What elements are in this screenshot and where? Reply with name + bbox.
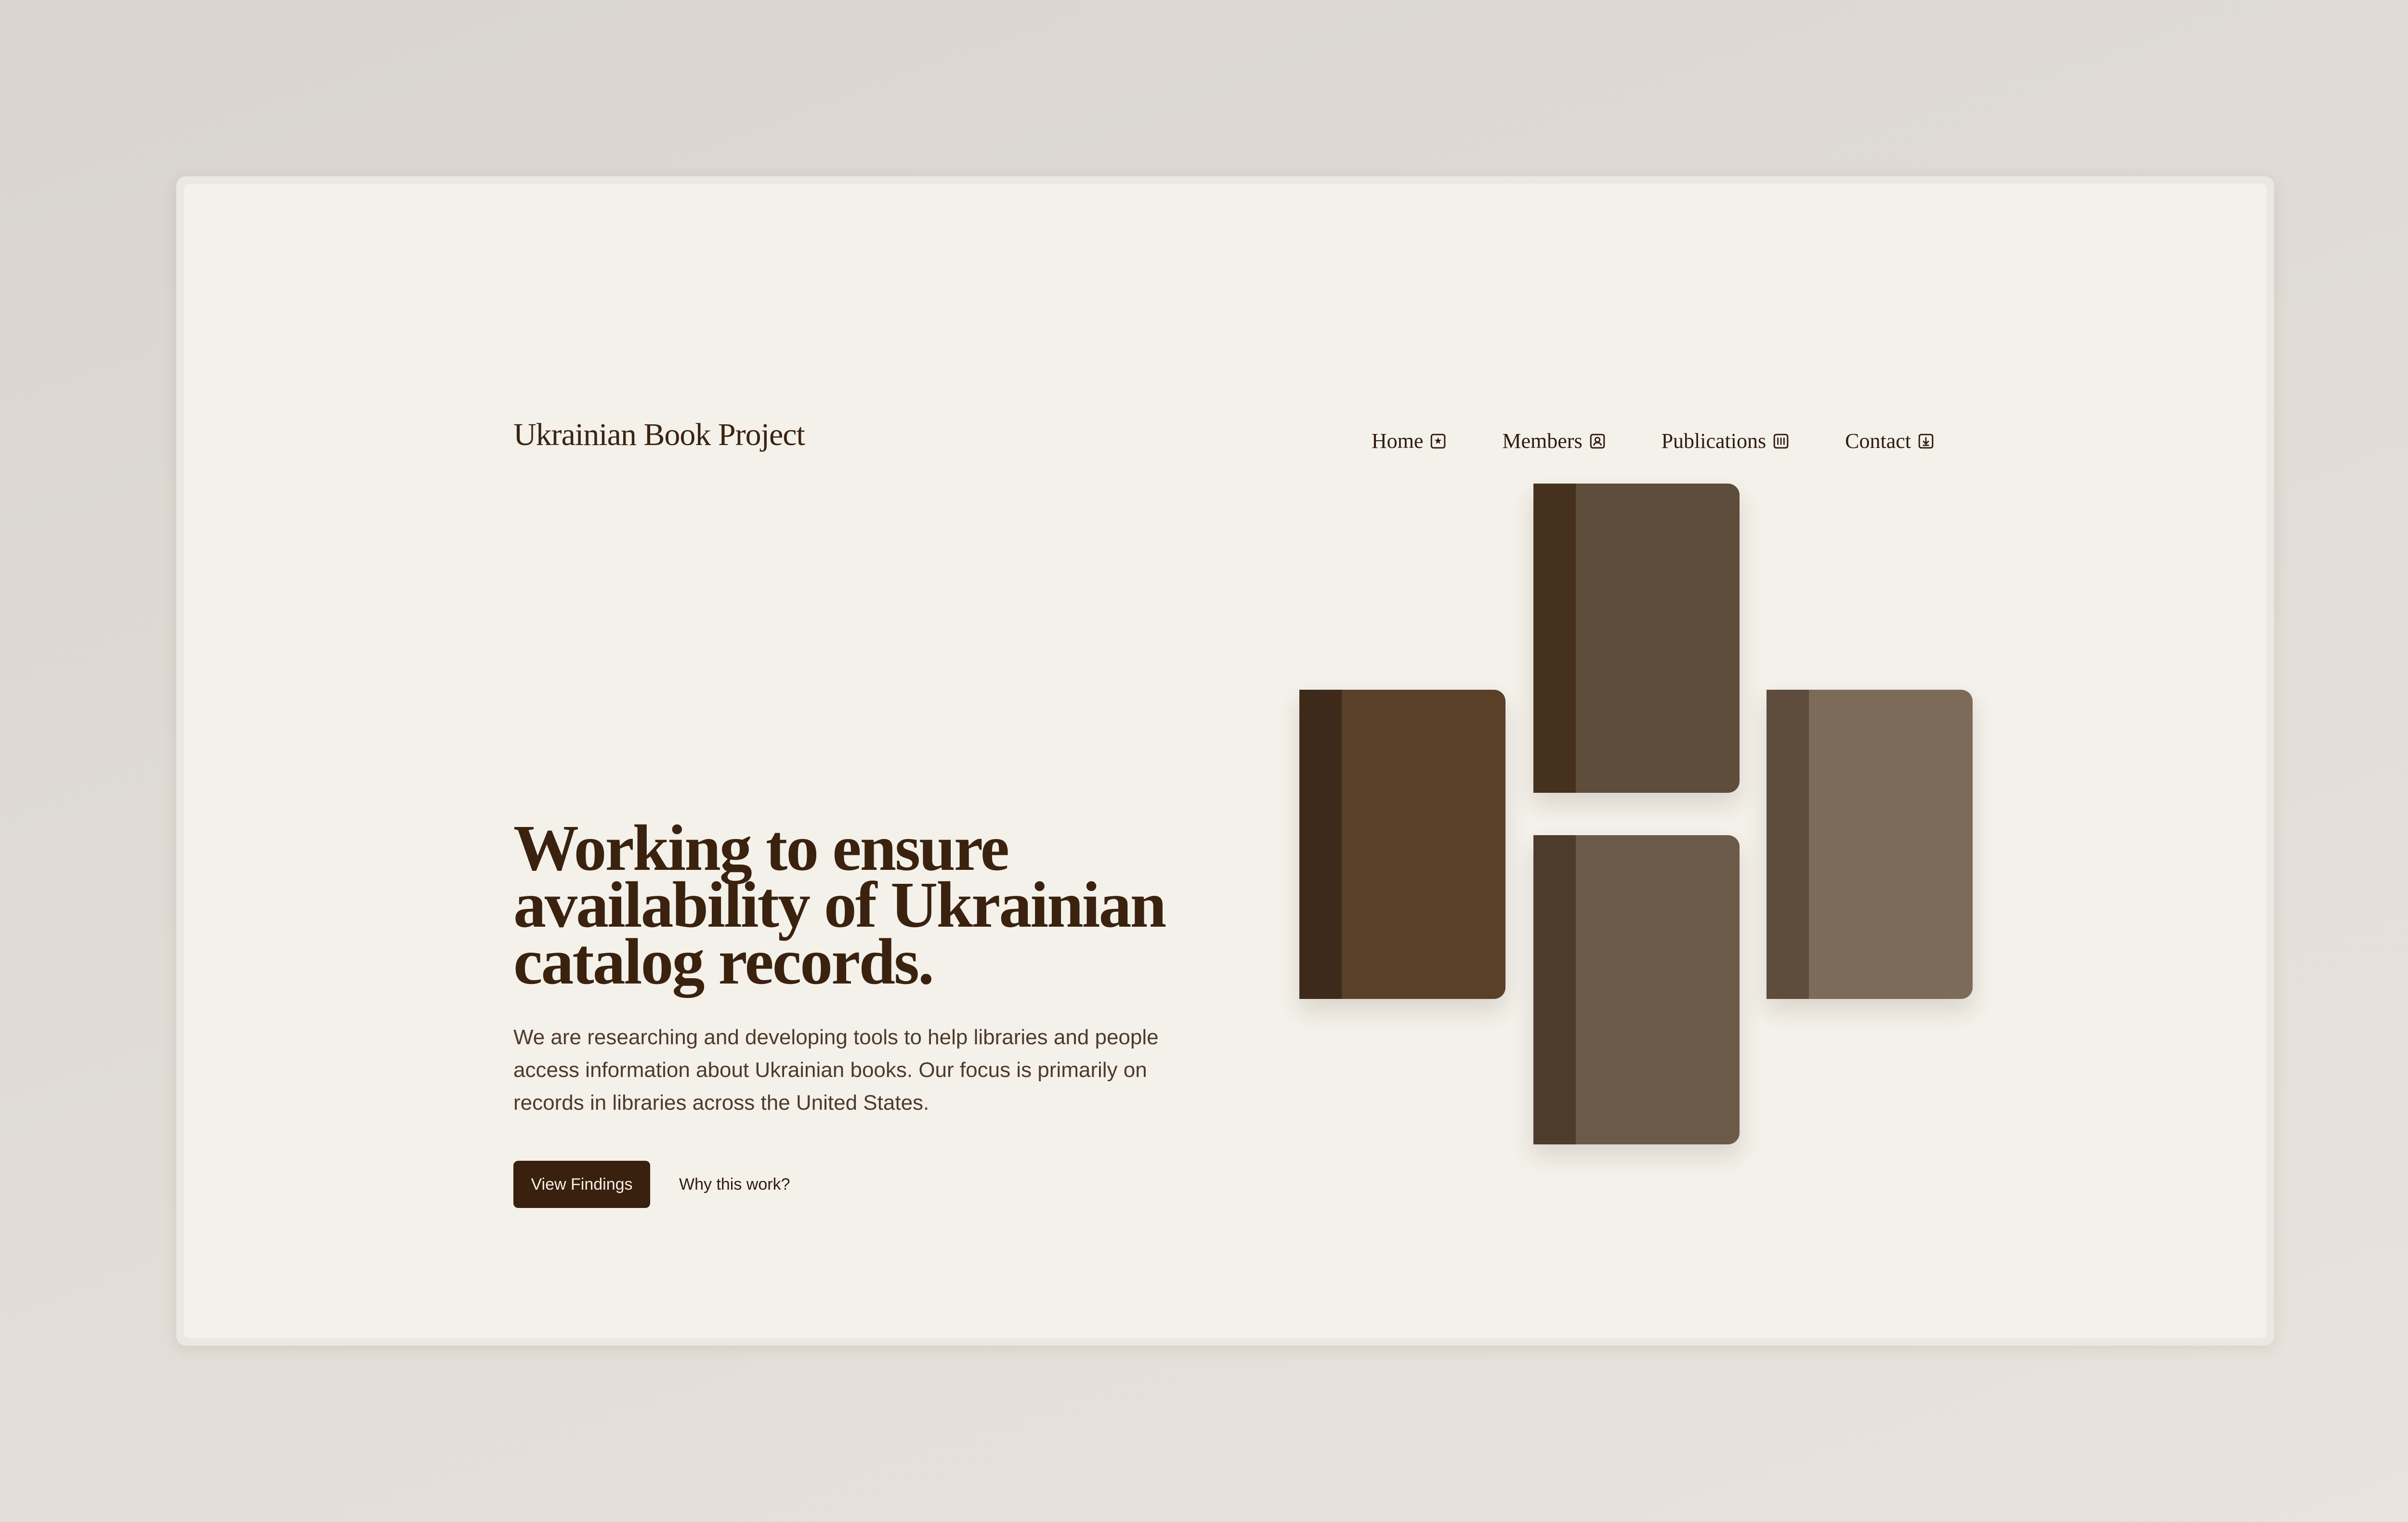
- book-spine: [1533, 484, 1576, 793]
- nav-item-contact[interactable]: Contact: [1845, 429, 1934, 453]
- book-bottom: [1533, 835, 1740, 1144]
- why-this-work-link[interactable]: Why this work?: [679, 1161, 790, 1208]
- book-spine: [1533, 835, 1576, 1144]
- browser-frame: Ukrainian Book Project Home Members Publ…: [176, 176, 2274, 1346]
- members-icon: [1589, 433, 1606, 449]
- publications-icon: [1773, 433, 1789, 449]
- hero-description: We are researching and developing tools …: [513, 1025, 1159, 1115]
- hero-title: Working to ensure availability of Ukrain…: [513, 812, 1166, 998]
- book-spine: [1767, 690, 1809, 999]
- nav-item-label: Contact: [1845, 429, 1911, 453]
- view-findings-button[interactable]: View Findings: [513, 1161, 650, 1208]
- nav-item-members[interactable]: Members: [1502, 429, 1605, 453]
- page: Ukrainian Book Project Home Members Publ…: [184, 184, 2266, 1338]
- nav-item-label: Members: [1502, 429, 1583, 453]
- home-icon: [1430, 433, 1446, 449]
- nav-item-label: Publications: [1661, 429, 1767, 453]
- book-left: [1299, 690, 1505, 999]
- book-spine: [1299, 690, 1342, 999]
- nav-item-publications[interactable]: Publications: [1662, 429, 1790, 453]
- nav-item-home[interactable]: Home: [1372, 429, 1447, 453]
- main-nav: Home Members Publications Contact: [1372, 429, 1934, 453]
- site-logo[interactable]: Ukrainian Book Project: [513, 419, 805, 451]
- contact-icon: [1918, 433, 1934, 449]
- book-right: [1767, 690, 1973, 999]
- nav-item-label: Home: [1371, 429, 1424, 453]
- book-top: [1533, 484, 1740, 793]
